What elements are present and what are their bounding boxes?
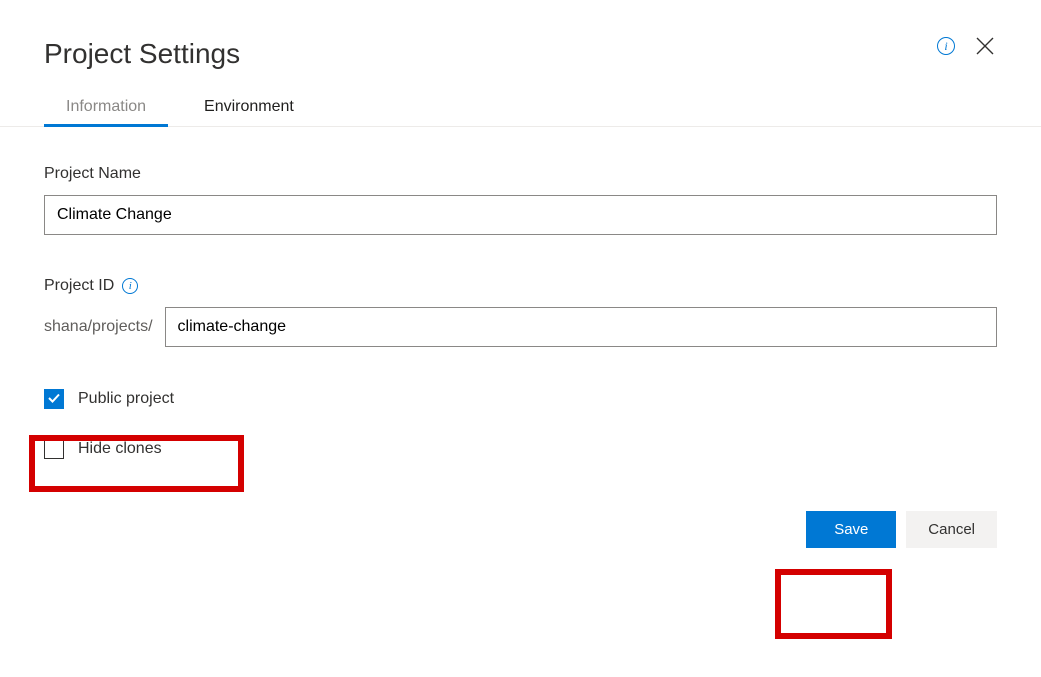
tab-information[interactable]: Information (66, 98, 146, 126)
project-id-label: Project ID i (44, 277, 997, 295)
hide-clones-row: Hide clones (44, 439, 997, 459)
info-icon[interactable]: i (122, 278, 138, 294)
header-icons: i (937, 34, 997, 58)
project-id-row: shana/projects/ (44, 307, 997, 347)
project-id-label-text: Project ID (44, 277, 114, 295)
dialog-title: Project Settings (44, 38, 240, 70)
form-section: Project Name Project ID i shana/projects… (44, 127, 997, 548)
info-icon[interactable]: i (937, 37, 955, 55)
project-settings-dialog: Project Settings i Information Environme… (0, 0, 1041, 548)
public-project-row: Public project (44, 389, 997, 409)
annotation-highlight-save (775, 569, 892, 639)
tab-environment[interactable]: Environment (204, 98, 294, 126)
public-project-checkbox[interactable] (44, 389, 64, 409)
dialog-header: Project Settings i (44, 0, 997, 70)
save-button[interactable]: Save (806, 511, 896, 548)
hide-clones-checkbox[interactable] (44, 439, 64, 459)
checkmark-icon (47, 391, 61, 407)
project-name-input[interactable] (44, 195, 997, 235)
dialog-buttons: Save Cancel (44, 511, 997, 548)
project-id-input[interactable] (165, 307, 997, 347)
close-icon[interactable] (973, 34, 997, 58)
project-id-prefix: shana/projects/ (44, 318, 165, 336)
project-name-label: Project Name (44, 165, 997, 183)
tabs: Information Environment (0, 98, 1041, 127)
hide-clones-label: Hide clones (78, 440, 162, 458)
public-project-label: Public project (78, 390, 174, 408)
cancel-button[interactable]: Cancel (906, 511, 997, 548)
